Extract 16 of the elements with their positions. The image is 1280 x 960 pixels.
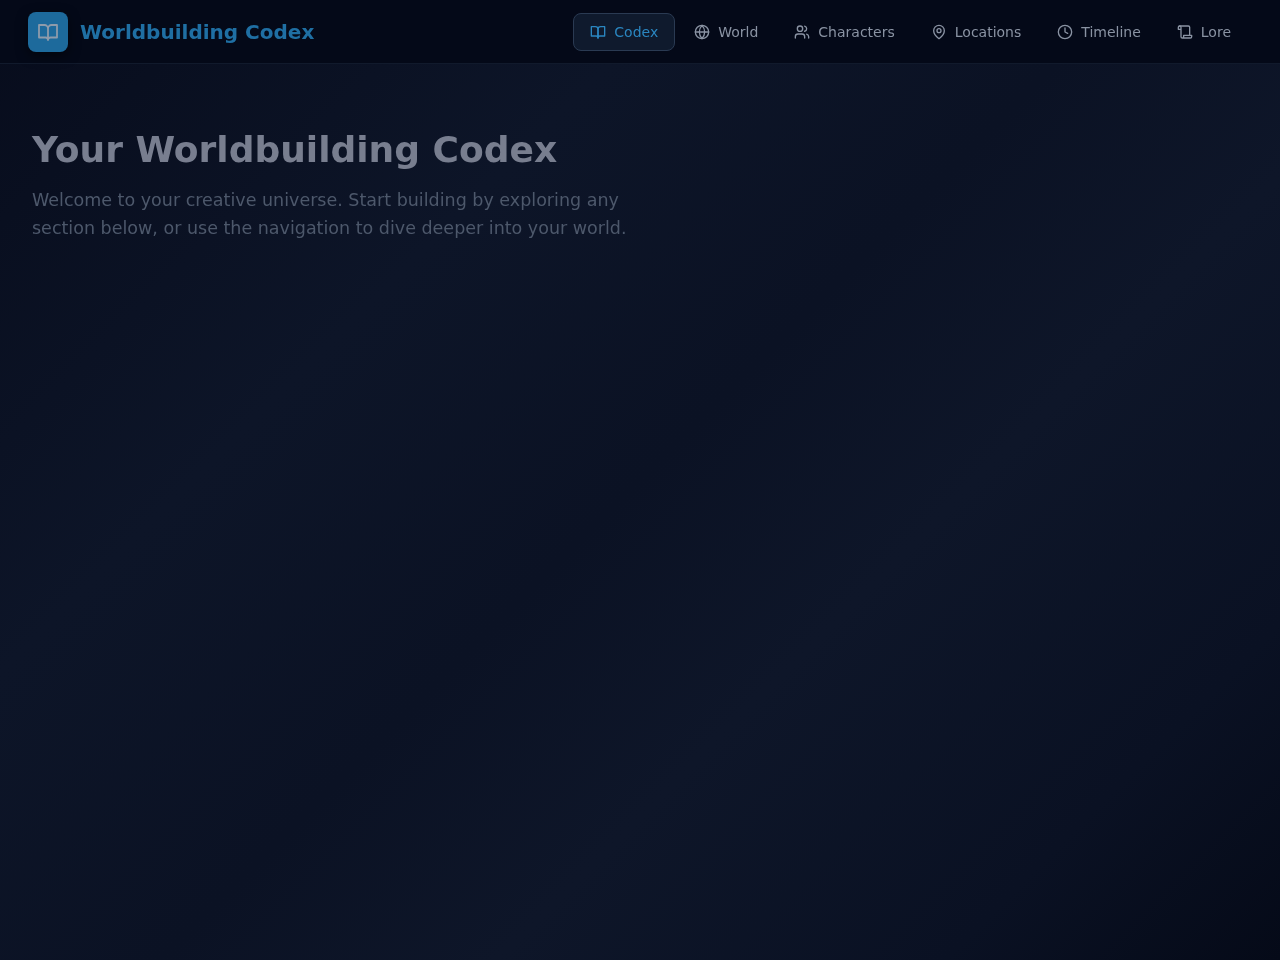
intro-paragraph: Welcome to your creative universe. Start building by exploring any section below, or use the navigation to dive deeper into your world.	[32, 189, 628, 240]
clock-icon	[1057, 23, 1074, 40]
nav-tab[interactable]: Codex	[573, 12, 676, 51]
book-icon	[590, 23, 607, 40]
nav-tab[interactable]: Locations	[913, 12, 1039, 51]
nav-tab[interactable]: Lore	[1159, 12, 1248, 51]
page-heading: Your Worldbuilding Codex	[32, 128, 559, 172]
app-title: Worldbuilding Codex	[80, 19, 315, 44]
nav-tab[interactable]: Timeline	[1040, 12, 1158, 51]
nav-tab[interactable]: Characters	[777, 12, 912, 51]
people-icon	[794, 23, 811, 40]
map-pin-icon	[930, 23, 947, 40]
nav-tab[interactable]: World	[677, 12, 776, 51]
scroll-icon	[1176, 23, 1193, 40]
book-icon	[28, 11, 68, 52]
globe-icon	[694, 23, 711, 40]
